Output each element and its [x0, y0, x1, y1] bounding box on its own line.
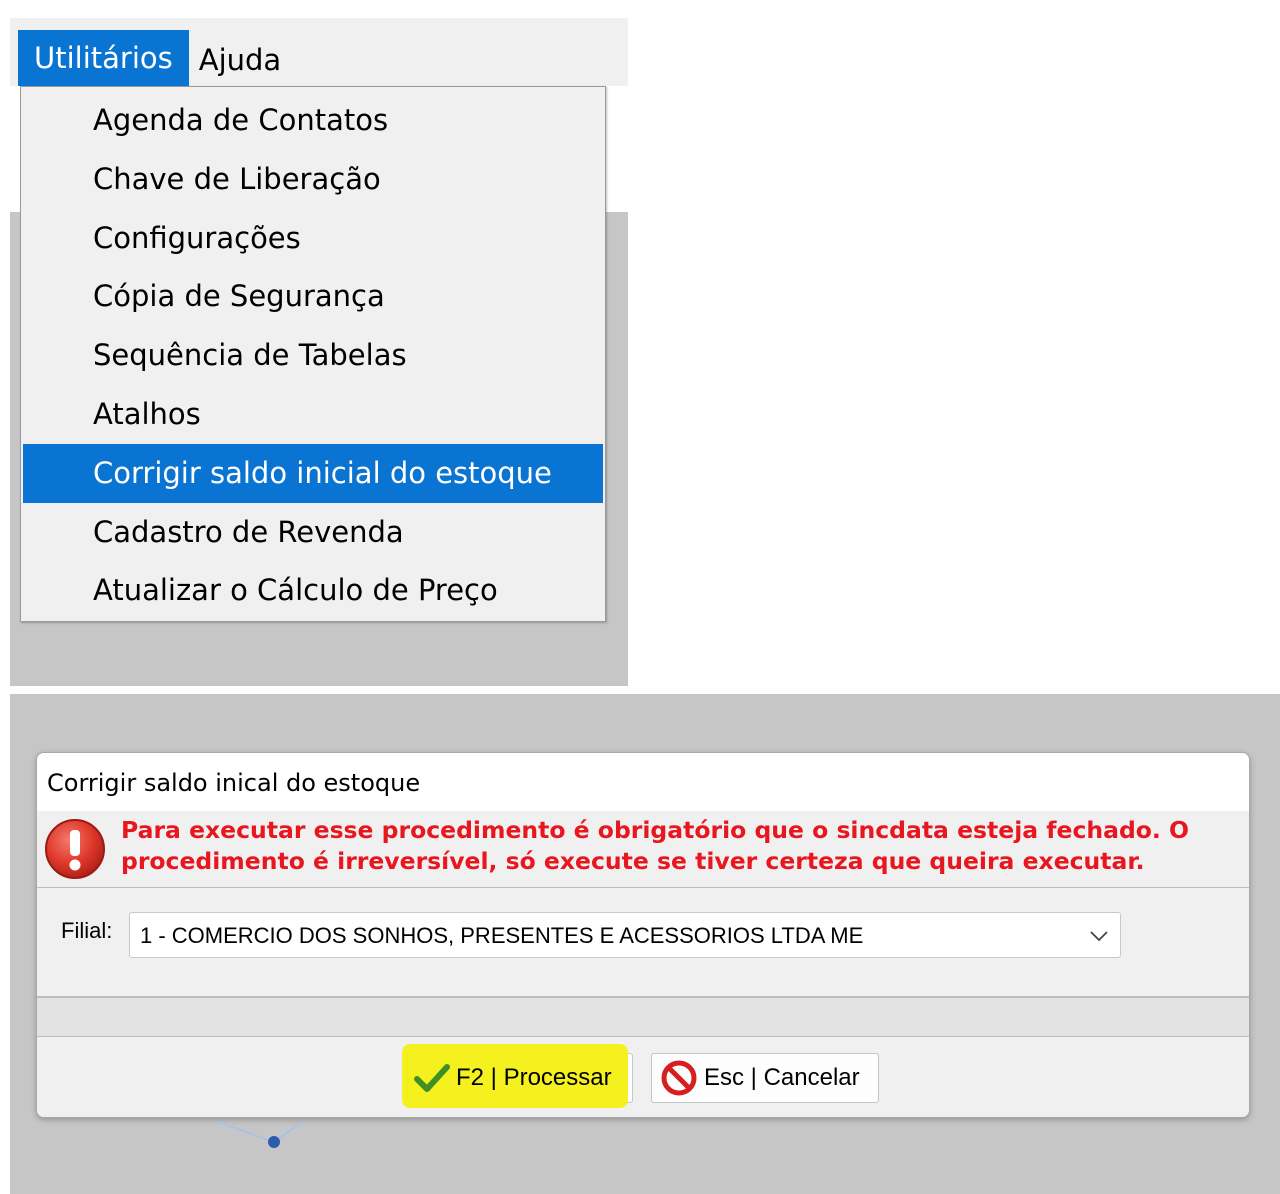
- menu-item-cadastro-de-revenda[interactable]: Cadastro de Revenda: [23, 503, 603, 562]
- corrigir-saldo-dialog: Corrigir saldo inical do estoque Para ex…: [36, 752, 1250, 1118]
- utilitarios-dropdown: Agenda de Contatos Chave de Liberação Co…: [20, 86, 606, 622]
- status-strip: [37, 998, 1249, 1037]
- chevron-down-icon: [1090, 931, 1108, 942]
- processar-button[interactable]: F2 | Processar: [402, 1044, 633, 1108]
- dialog-title: Corrigir saldo inical do estoque: [37, 753, 1249, 811]
- exclamation-icon: [45, 819, 105, 879]
- cancelar-button[interactable]: Esc | Cancelar: [651, 1053, 879, 1103]
- filial-select[interactable]: 1 - COMERCIO DOS SONHOS, PRESENTES E ACE…: [129, 912, 1121, 958]
- dialog-screenshot: Corrigir saldo inical do estoque Para ex…: [10, 694, 1280, 1194]
- warning-panel: Para executar esse procedimento é obriga…: [37, 811, 1249, 888]
- menu-utilitarios[interactable]: Utilitários: [18, 30, 189, 86]
- menu-item-sequencia-de-tabelas[interactable]: Sequência de Tabelas: [23, 326, 603, 385]
- button-bar: F2 | Processar Esc | Cancelar: [37, 1037, 1249, 1117]
- menu-item-chave-de-liberacao[interactable]: Chave de Liberação: [23, 150, 603, 209]
- menu-bar: Utilitários Ajuda: [10, 18, 628, 86]
- menu-item-atualizar-calculo-de-preco[interactable]: Atualizar o Cálculo de Preço: [23, 561, 603, 620]
- menu-item-agenda-de-contatos[interactable]: Agenda de Contatos: [23, 91, 603, 150]
- menu-ajuda[interactable]: Ajuda: [189, 30, 291, 84]
- menu-item-configuracoes[interactable]: Configurações: [23, 209, 603, 268]
- processar-label: F2 | Processar: [456, 1064, 612, 1091]
- menu-item-atalhos[interactable]: Atalhos: [23, 385, 603, 444]
- no-entry-icon: [661, 1060, 697, 1096]
- connector-dot: [217, 1121, 303, 1148]
- menu-item-corrigir-saldo-inicial[interactable]: Corrigir saldo inicial do estoque: [23, 443, 603, 503]
- filial-panel: Filial: 1 - COMERCIO DOS SONHOS, PRESENT…: [37, 888, 1249, 998]
- menu-screenshot: Utilitários Ajuda Agenda de Contatos Cha…: [10, 10, 628, 686]
- cancelar-label: Esc | Cancelar: [704, 1064, 860, 1091]
- menu-item-copia-de-seguranca[interactable]: Cópia de Segurança: [23, 267, 603, 326]
- warning-message: Para executar esse procedimento é obriga…: [121, 816, 1190, 875]
- checkmark-icon: [414, 1064, 450, 1092]
- filial-label: Filial:: [61, 918, 113, 943]
- filial-selected-value: 1 - COMERCIO DOS SONHOS, PRESENTES E ACE…: [140, 923, 864, 948]
